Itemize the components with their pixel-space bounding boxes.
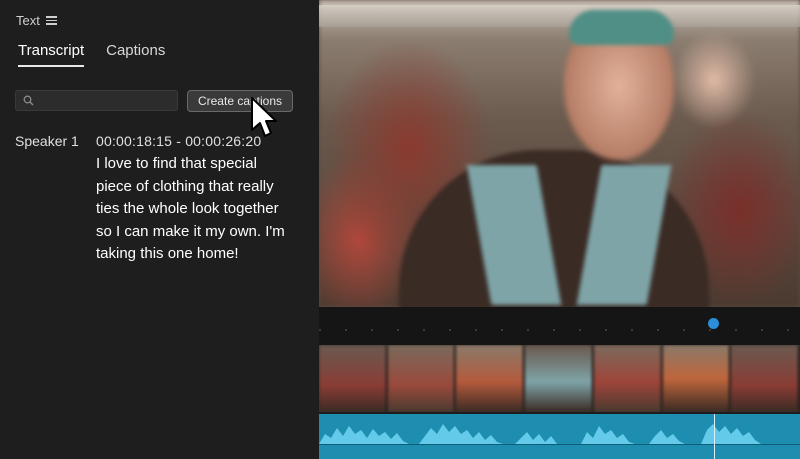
audio-waveform [319,424,800,444]
video-thumbnail [456,345,526,412]
audio-playhead-line [714,414,715,459]
speaker-label[interactable]: Speaker 1 [15,133,79,149]
video-thumbnail [387,345,457,412]
mouse-pointer-icon [251,97,277,137]
tab-captions[interactable]: Captions [106,42,165,67]
video-thumbnail [731,345,800,412]
playhead[interactable] [708,318,719,329]
hamburger-menu-icon[interactable] [45,16,57,25]
search-box[interactable] [15,90,178,111]
video-preview[interactable] [319,0,800,307]
panel-title: Text [16,13,40,28]
text-panel: Text Transcript Captions Create captions… [0,0,318,459]
tab-transcript[interactable]: Transcript [18,42,85,67]
video-thumbnail [593,345,663,412]
timeline-ruler[interactable] [319,307,800,345]
person-face [564,25,674,160]
search-input[interactable] [39,92,173,109]
panel-header: Text [16,13,57,28]
video-thumbnail [319,345,388,412]
panel-tabs: Transcript Captions [18,42,165,67]
audio-channel-divider [319,444,800,445]
video-thumbnail [662,345,732,412]
video-thumbnail [525,345,594,412]
search-icon [23,95,34,106]
headscarf [569,10,674,45]
timeline-ticks [319,329,800,331]
transcript-text[interactable]: I love to find that special piece of clo… [96,153,296,266]
clothing-rack [319,5,800,27]
audio-track[interactable] [319,414,800,459]
video-track[interactable] [319,345,800,412]
timecode: 00:00:18:15 - 00:00:26:20 [96,133,262,149]
